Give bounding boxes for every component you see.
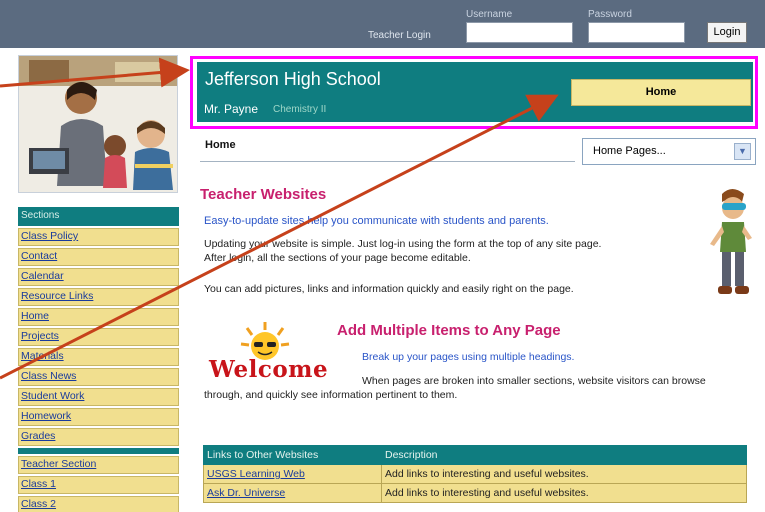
- sidebar-item-projects[interactable]: Projects: [18, 328, 179, 346]
- password-label: Password: [588, 9, 632, 20]
- teacher-login-label: Teacher Login: [368, 30, 431, 41]
- teacher-name: Mr. Payne: [204, 102, 259, 116]
- link-ask-dr-universe[interactable]: Ask Dr. Universe: [203, 483, 382, 503]
- add-items-heading: Add Multiple Items to Any Page: [337, 322, 561, 339]
- username-input[interactable]: [466, 22, 573, 43]
- teacher-websites-heading: Teacher Websites: [200, 186, 327, 203]
- classroom-photo: [18, 55, 178, 193]
- login-bar: Teacher Login Username Password Login: [0, 0, 765, 48]
- welcome-text: Welcome: [209, 356, 329, 383]
- sidebar-item-class-2[interactable]: Class 2: [18, 496, 179, 512]
- table-row: USGS Learning Web Add links to interesti…: [203, 464, 747, 484]
- breadcrumb-divider: [200, 161, 575, 162]
- sidebar-item-class-news[interactable]: Class News: [18, 368, 179, 386]
- sections-header: Sections: [18, 207, 179, 226]
- sidebar-item-resource-links[interactable]: Resource Links: [18, 288, 179, 306]
- add-items-paragraph-line-1: When pages are broken into smaller secti…: [362, 375, 706, 387]
- sidebar-item-calendar[interactable]: Calendar: [18, 268, 179, 286]
- header-banner: Jefferson High School Mr. Payne Chemistr…: [197, 62, 753, 122]
- home-button[interactable]: Home: [571, 79, 751, 106]
- paragraph-line: After login, all the sections of your pa…: [204, 252, 471, 264]
- teacher-websites-tagline: Easy-to-update sites help you communicat…: [204, 215, 549, 227]
- link-description: Add links to interesting and useful webs…: [381, 464, 747, 484]
- home-pages-dropdown[interactable]: Home Pages... ▼: [582, 138, 756, 165]
- table-header: Description: [381, 445, 747, 465]
- sidebar-item-class-1[interactable]: Class 1: [18, 476, 179, 494]
- home-pages-dropdown-value: Home Pages...: [593, 145, 666, 157]
- sidebar-item-grades[interactable]: Grades: [18, 428, 179, 446]
- teacher-websites-paragraph-2: You can add pictures, links and informat…: [204, 283, 574, 295]
- table-row: Ask Dr. Universe Add links to interestin…: [203, 483, 747, 503]
- cartoon-character-image: [708, 186, 754, 298]
- welcome-sun-image: Welcome: [205, 318, 329, 390]
- link-description: Add links to interesting and useful webs…: [381, 483, 747, 503]
- username-label: Username: [466, 9, 513, 20]
- table-header: Links to Other Websites: [203, 445, 382, 465]
- teacher-websites-paragraph: Updating your website is simple. Just lo…: [204, 237, 674, 265]
- sidebar-item-homework[interactable]: Homework: [18, 408, 179, 426]
- class-name: Chemistry II: [273, 104, 327, 115]
- login-button[interactable]: Login: [707, 22, 747, 43]
- add-items-tagline: Break up your pages using multiple headi…: [362, 351, 575, 363]
- sidebar-item-student-work[interactable]: Student Work: [18, 388, 179, 406]
- breadcrumb: Home: [205, 139, 236, 151]
- add-items-paragraph-line-2: through, and quickly see information per…: [204, 389, 458, 401]
- sidebar-item-home[interactable]: Home: [18, 308, 179, 326]
- chevron-down-icon[interactable]: ▼: [734, 143, 751, 160]
- sidebar-item-class-policy[interactable]: Class Policy: [18, 228, 179, 246]
- sidebar-divider: [18, 448, 179, 454]
- sidebar-item-teacher-section[interactable]: Teacher Section: [18, 456, 179, 474]
- sidebar-item-materials[interactable]: Materials: [18, 348, 179, 366]
- links-table: Links to Other Websites Description USGS…: [203, 445, 747, 503]
- paragraph-line: Updating your website is simple. Just lo…: [204, 238, 602, 250]
- sections-sidebar: Sections Class Policy Contact Calendar R…: [18, 207, 179, 512]
- sidebar-item-contact[interactable]: Contact: [18, 248, 179, 266]
- table-header-row: Links to Other Websites Description: [203, 445, 747, 465]
- password-input[interactable]: [588, 22, 685, 43]
- link-usgs-learning-web[interactable]: USGS Learning Web: [203, 464, 382, 484]
- school-name: Jefferson High School: [205, 69, 381, 89]
